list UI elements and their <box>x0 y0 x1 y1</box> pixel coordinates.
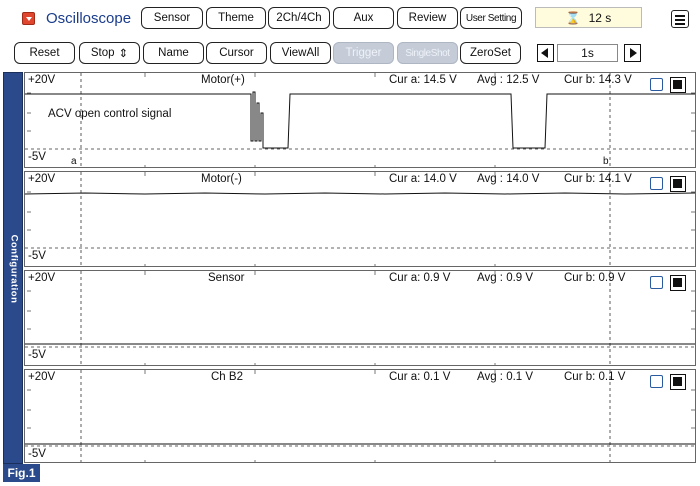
average-value: Avg : 0.1 V <box>477 371 534 383</box>
stop-button[interactable]: Stop ⇕ <box>79 42 140 64</box>
channel-checkbox[interactable] <box>650 276 663 289</box>
cursor-b-value: Cur b: 14.3 V <box>564 74 632 86</box>
list-menu-icon[interactable] <box>671 10 689 28</box>
average-value: Avg : 14.0 V <box>477 173 540 185</box>
channel-panel-ch-b2: +20V -5V Ch B2 Cur a: 0.1 V Avg : 0.1 V … <box>24 369 696 463</box>
cursor-b-marker[interactable]: b <box>603 156 609 167</box>
channel-name: Motor(-) <box>201 173 242 185</box>
channel-select-toggle[interactable] <box>670 275 686 291</box>
aux-button[interactable]: Aux <box>333 7 394 29</box>
cursor-a-value: Cur a: 14.0 V <box>389 173 457 185</box>
channel-checkbox[interactable] <box>650 78 663 91</box>
dropdown-menu-icon[interactable] <box>22 12 35 25</box>
voltage-min-label: -5V <box>28 448 46 460</box>
cursor-b-value: Cur b: 14.1 V <box>564 173 632 185</box>
channel-name: Sensor <box>208 272 245 284</box>
voltage-max-label: +20V <box>28 272 56 284</box>
channel-mode-button[interactable]: 2Ch/4Ch <box>268 7 330 29</box>
voltage-min-label: -5V <box>28 250 46 262</box>
viewall-button[interactable]: ViewAll <box>270 42 331 64</box>
stop-label: Stop <box>90 47 115 59</box>
timebase-increase-icon[interactable] <box>624 44 641 62</box>
singleshot-button[interactable]: SingleShot <box>397 42 458 64</box>
channel-name: Motor(+) <box>201 74 245 86</box>
cursor-button[interactable]: Cursor <box>206 42 267 64</box>
timebase-field[interactable]: 1s <box>557 44 618 62</box>
cursor-b-value: Cur b: 0.1 V <box>564 371 626 383</box>
name-button[interactable]: Name <box>143 42 204 64</box>
review-button[interactable]: Review <box>397 7 458 29</box>
channel-name: Ch B2 <box>211 371 243 383</box>
elapsed-timer: ⌛ 12 s <box>535 7 642 28</box>
reset-button[interactable]: Reset <box>14 42 75 64</box>
figure-label: Fig.1 <box>3 464 40 482</box>
channel-checkbox[interactable] <box>650 177 663 190</box>
waveform-plot-ch-b2 <box>25 370 695 462</box>
cursor-a-marker[interactable]: a <box>71 156 77 167</box>
trigger-button[interactable]: Trigger <box>333 42 394 64</box>
voltage-max-label: +20V <box>28 74 56 86</box>
cursor-a-value: Cur a: 0.1 V <box>389 371 451 383</box>
waveform-plot-motor-minus <box>25 172 695 266</box>
top-toolbar: Oscilloscope Sensor Theme 2Ch/4Ch Aux Re… <box>0 0 700 40</box>
theme-button[interactable]: Theme <box>206 7 266 29</box>
signal-trace-motor-plus <box>25 91 695 149</box>
average-value: Avg : 12.5 V <box>477 74 540 86</box>
configuration-label: Configuration <box>8 234 20 304</box>
channel-panel-motor-minus: +20V -5V Motor(-) Cur a: 14.0 V Avg : 14… <box>24 171 696 267</box>
channel-checkbox[interactable] <box>650 375 663 388</box>
voltage-max-label: +20V <box>28 173 56 185</box>
up-down-arrows-icon: ⇕ <box>118 48 129 60</box>
signal-trace-motor-minus <box>25 192 695 195</box>
voltage-min-label: -5V <box>28 151 46 163</box>
hourglass-icon: ⌛ <box>565 10 581 25</box>
cursor-a-value: Cur a: 14.5 V <box>389 74 457 86</box>
channel-panel-motor-plus: +20V -5V Motor(+) Cur a: 14.5 V Avg : 12… <box>24 72 696 168</box>
channel-select-toggle[interactable] <box>670 374 686 390</box>
timer-value: 12 s <box>588 10 612 25</box>
waveform-plot-motor-plus <box>25 73 695 167</box>
user-setting-button[interactable]: User Setting <box>460 7 522 29</box>
zeroset-button[interactable]: ZeroSet <box>460 42 521 64</box>
sensor-button[interactable]: Sensor <box>141 7 203 29</box>
cursor-b-value: Cur b: 0.9 V <box>564 272 626 284</box>
app-title: Oscilloscope <box>46 10 132 27</box>
configuration-sidebar[interactable]: Configuration <box>3 72 23 464</box>
voltage-min-label: -5V <box>28 349 46 361</box>
average-value: Avg : 0.9 V <box>477 272 534 284</box>
waveform-plot-sensor <box>25 271 695 365</box>
voltage-max-label: +20V <box>28 371 56 383</box>
channel-select-toggle[interactable] <box>670 176 686 192</box>
channel-select-toggle[interactable] <box>670 77 686 93</box>
signal-annotation: ACV open control signal <box>48 108 172 120</box>
timebase-decrease-icon[interactable] <box>537 44 554 62</box>
cursor-a-value: Cur a: 0.9 V <box>389 272 451 284</box>
channel-panel-sensor: +20V -5V Sensor Cur a: 0.9 V Avg : 0.9 V… <box>24 270 696 366</box>
